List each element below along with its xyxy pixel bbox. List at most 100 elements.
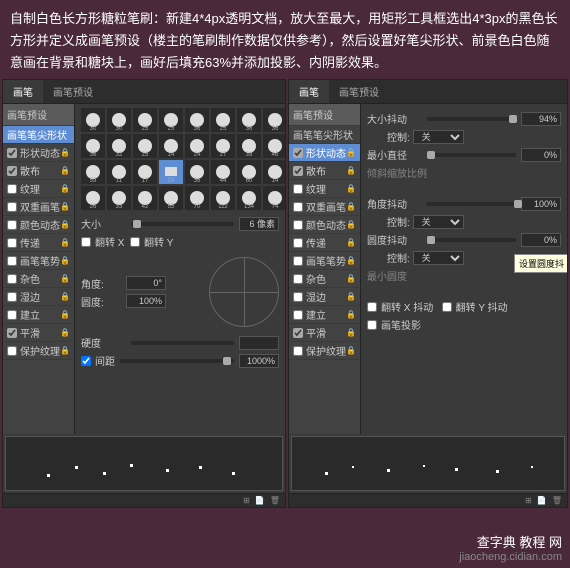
brush-preset-cell[interactable]: 134	[237, 186, 261, 210]
sidebar-presets-header[interactable]: 画笔预设	[289, 104, 360, 126]
brush-preset-cell[interactable]: 59	[81, 160, 105, 184]
sidebar-protect-texture[interactable]: 保护纹理🔒	[3, 342, 74, 360]
brush-preset-cell[interactable]: 36	[81, 134, 105, 158]
angle-input[interactable]	[126, 276, 166, 290]
sidebar-noise[interactable]: 杂色🔒	[289, 270, 360, 288]
sidebar-scatter[interactable]: 散布🔒	[3, 162, 74, 180]
brush-preset-cell[interactable]: 27	[211, 134, 235, 158]
brush-preset-cell[interactable]: 25	[159, 108, 183, 132]
sidebar-tip-shape[interactable]: 画笔笔尖形状	[3, 126, 74, 144]
brush-preset-cell[interactable]: 25	[133, 134, 157, 158]
brush-preset-cell[interactable]: 46	[263, 134, 285, 158]
sidebar-color-dynamics[interactable]: 颜色动态🔒	[289, 216, 360, 234]
brush-preset-cell[interactable]: 60	[237, 160, 261, 184]
sidebar-texture[interactable]: 纹理🔒	[3, 180, 74, 198]
min-diameter-slider[interactable]	[427, 153, 516, 157]
brush-preset-cell[interactable]: 32	[107, 134, 131, 158]
brush-preset-cell[interactable]: 33	[107, 186, 131, 210]
sidebar-wet-edges[interactable]: 湿边🔒	[289, 288, 360, 306]
min-diameter-label: 最小直径	[367, 147, 422, 162]
sidebar-transfer[interactable]: 传递🔒	[289, 234, 360, 252]
size-jitter-slider[interactable]	[427, 117, 516, 121]
tab-presets[interactable]: 画笔预设	[43, 80, 103, 103]
sidebar-noise[interactable]: 杂色🔒	[3, 270, 74, 288]
trash-icon[interactable]: 🗑	[552, 496, 562, 505]
flip-y-checkbox[interactable]	[130, 237, 140, 247]
sidebar-presets-header[interactable]: 画笔预设	[3, 104, 74, 126]
spacing-slider[interactable]	[120, 359, 234, 363]
brush-preset-cell[interactable]: 25	[211, 108, 235, 132]
sidebar-scatter[interactable]: 散布🔒	[289, 162, 360, 180]
size-slider[interactable]	[131, 222, 234, 226]
brush-preset-cell[interactable]: 30	[81, 108, 105, 132]
control-select[interactable]: 关	[413, 130, 464, 144]
sidebar-texture[interactable]: 纹理🔒	[289, 180, 360, 198]
brush-preset-cell[interactable]: 11	[107, 160, 131, 184]
sidebar-protect-texture[interactable]: 保护纹理🔒	[289, 342, 360, 360]
brush-preset-cell[interactable]: 14	[263, 160, 285, 184]
brush-preset-cell[interactable]: 36	[185, 108, 209, 132]
tab-brush[interactable]: 画笔	[289, 80, 329, 103]
brush-preset-cell[interactable]: 24	[185, 134, 209, 158]
sidebar-transfer[interactable]: 传递🔒	[3, 234, 74, 252]
control-select[interactable]: 关	[413, 251, 464, 265]
brush-preset-cell[interactable]: 36	[237, 108, 261, 132]
size-jitter-input[interactable]	[521, 112, 561, 126]
tab-presets[interactable]: 画笔预设	[329, 80, 389, 103]
sidebar-buildup[interactable]: 建立🔒	[3, 306, 74, 324]
angle-crosshair[interactable]	[209, 257, 279, 327]
brush-preset-cell[interactable]: 74	[263, 186, 285, 210]
brush-preset-cell[interactable]: 25	[133, 108, 157, 132]
sidebar-dual-brush[interactable]: 双重画笔🔒	[3, 198, 74, 216]
roundness-input[interactable]	[126, 294, 166, 308]
brush-preset-cell[interactable]: 30	[107, 108, 131, 132]
sidebar-shape-dynamics[interactable]: 形状动态🔒	[289, 144, 360, 162]
angle-jitter-slider[interactable]	[427, 202, 516, 206]
toggle-icon[interactable]: ⊞	[243, 496, 250, 505]
min-diameter-input[interactable]	[521, 148, 561, 162]
sidebar-smoothing[interactable]: 平滑🔒	[289, 324, 360, 342]
new-icon[interactable]: 📄	[255, 496, 265, 505]
brush-projection-checkbox[interactable]	[367, 320, 377, 330]
hardness-input[interactable]	[239, 336, 279, 350]
flip-x-checkbox[interactable]	[81, 237, 91, 247]
brush-preset-cell[interactable]: 17	[133, 160, 157, 184]
brush-preset-cell[interactable]: 36	[185, 160, 209, 184]
sidebar-wet-edges[interactable]: 湿边🔒	[3, 288, 74, 306]
brush-preset-cell[interactable]: 23	[159, 160, 183, 184]
sidebar-shape-dynamics[interactable]: 形状动态🔒	[3, 144, 74, 162]
spacing-input[interactable]	[239, 354, 279, 368]
brush-preset-cell[interactable]: 112	[211, 186, 235, 210]
sidebar-brush-pose[interactable]: 画笔笔势🔒	[3, 252, 74, 270]
brush-preset-cell[interactable]: 44	[211, 160, 235, 184]
tab-brush[interactable]: 画笔	[3, 80, 43, 103]
lock-icon: 🔒	[346, 202, 356, 211]
angle-jitter-input[interactable]	[521, 197, 561, 211]
spacing-checkbox[interactable]	[81, 356, 91, 366]
flip-x-jitter-checkbox[interactable]	[367, 302, 377, 312]
brush-preset-grid[interactable]: 3030252536253636363225142427394659111723…	[81, 108, 279, 210]
sidebar-color-dynamics[interactable]: 颜色动态🔒	[3, 216, 74, 234]
sidebar-buildup[interactable]: 建立🔒	[289, 306, 360, 324]
sidebar-brush-pose[interactable]: 画笔笔势🔒	[289, 252, 360, 270]
trash-icon[interactable]: 🗑	[270, 496, 280, 505]
hardness-slider[interactable]	[131, 341, 234, 345]
sidebar-smoothing[interactable]: 平滑🔒	[3, 324, 74, 342]
sidebar-dual-brush[interactable]: 双重画笔🔒	[289, 198, 360, 216]
size-input[interactable]	[239, 217, 279, 231]
flip-y-jitter-checkbox[interactable]	[442, 302, 452, 312]
brush-preset-cell[interactable]: 36	[263, 108, 285, 132]
new-icon[interactable]: 📄	[537, 496, 547, 505]
control-select[interactable]: 关	[413, 215, 464, 229]
roundness-jitter-input[interactable]	[521, 233, 561, 247]
brush-preset-cell[interactable]: 70	[185, 186, 209, 210]
brush-preset-cell[interactable]: 26	[81, 186, 105, 210]
brush-preview	[5, 436, 283, 491]
brush-preset-cell[interactable]: 14	[159, 134, 183, 158]
toggle-icon[interactable]: ⊞	[525, 496, 532, 505]
sidebar-tip-shape[interactable]: 画笔笔尖形状	[289, 126, 360, 144]
brush-preset-cell[interactable]: 42	[133, 186, 157, 210]
roundness-jitter-slider[interactable]	[427, 238, 516, 242]
brush-preset-cell[interactable]: 39	[237, 134, 261, 158]
brush-preset-cell[interactable]: 55	[159, 186, 183, 210]
